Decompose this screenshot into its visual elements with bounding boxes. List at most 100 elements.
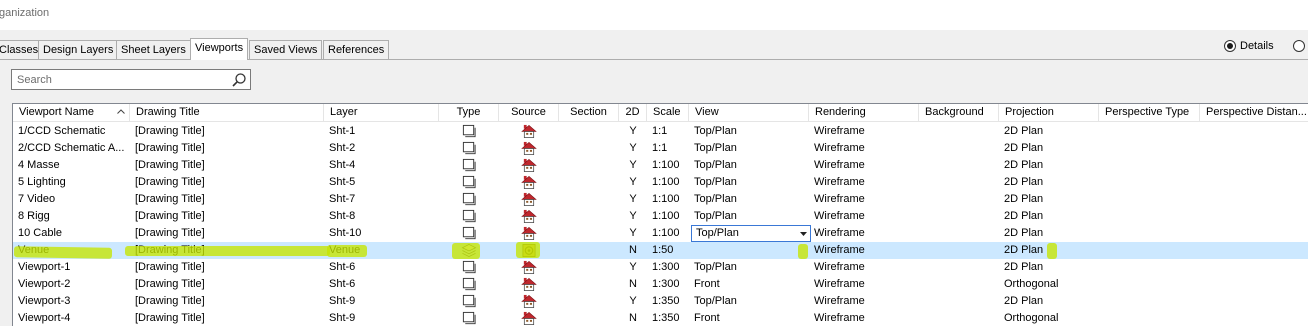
cell-ptype bbox=[1099, 310, 1200, 326]
table-row[interactable]: Viewport-3 [Drawing Title] Sht-9 Y 1:350 Top/… bbox=[13, 293, 1308, 310]
cell-layer: Sht-2 bbox=[329, 142, 356, 154]
cell-name[interactable]: 8 Rigg bbox=[13, 208, 130, 225]
cell-view: Front bbox=[694, 312, 720, 324]
cell-scale: 1:100 bbox=[652, 210, 680, 222]
cell-twod: Y bbox=[629, 193, 637, 205]
cell-rendering: Wireframe bbox=[814, 210, 865, 222]
table-row[interactable]: Viewport-4 [Drawing Title] Sht-9 N 1:350 Fron… bbox=[13, 310, 1308, 326]
column-header-view[interactable]: View bbox=[689, 104, 809, 122]
details-radio[interactable]: Details bbox=[1224, 38, 1274, 54]
column-header-viewport-name[interactable]: Viewport Name bbox=[13, 104, 130, 122]
cell-title: [Drawing Title] bbox=[135, 210, 205, 222]
table-row[interactable]: 2/CCD Schematic A... [Drawing Title] Sht-2… bbox=[13, 140, 1308, 157]
column-header-background[interactable]: Background bbox=[919, 104, 999, 122]
table-row[interactable]: 4 Masse [Drawing Title] Sht-4 Y 1:100 Top/Pla… bbox=[13, 157, 1308, 174]
cell-section bbox=[559, 276, 619, 293]
column-header-perspective-distance[interactable]: Perspective Distan... bbox=[1200, 104, 1308, 122]
window-title: ganization bbox=[0, 7, 50, 19]
cell-rendering: Wireframe bbox=[814, 125, 865, 137]
tab-viewports[interactable]: Viewports bbox=[190, 38, 249, 60]
house-icon bbox=[521, 158, 537, 172]
cell-background bbox=[919, 208, 999, 225]
cell-projection: 2D Plan bbox=[1004, 142, 1044, 154]
cell-rendering: Wireframe bbox=[814, 261, 865, 273]
table-row[interactable]: 8 Rigg [Drawing Title] Sht-8 Y 1:100 Top/Plan… bbox=[13, 208, 1308, 225]
chevron-down-icon[interactable] bbox=[800, 232, 807, 236]
cell-background bbox=[919, 293, 999, 310]
search-box[interactable] bbox=[11, 69, 251, 90]
cell-name[interactable]: 10 Cable bbox=[13, 225, 130, 242]
table-row[interactable]: 10 Cable [Drawing Title] Sht-10 Y 1:100 Top/P… bbox=[13, 225, 1308, 242]
sheet-viewport-icon bbox=[462, 311, 476, 325]
cell-pdist bbox=[1200, 123, 1308, 140]
cell-section bbox=[559, 293, 619, 310]
column-header-projection[interactable]: Projection bbox=[999, 104, 1099, 122]
cell-pdist bbox=[1200, 208, 1308, 225]
cell-pdist bbox=[1200, 225, 1308, 242]
tab-classes[interactable]: Classes bbox=[0, 40, 44, 60]
tab-saved-views[interactable]: Saved Views bbox=[249, 40, 323, 60]
cell-name[interactable]: 2/CCD Schematic A... bbox=[13, 140, 130, 157]
cell-twod: Y bbox=[629, 295, 637, 307]
column-header-scale[interactable]: Scale bbox=[647, 104, 689, 122]
cell-name[interactable]: Viewport-1 bbox=[13, 259, 130, 276]
highlight-mark bbox=[327, 245, 367, 257]
column-header-source[interactable]: Source bbox=[499, 104, 559, 122]
cell-title: [Drawing Title] bbox=[135, 312, 205, 324]
cell-name[interactable]: 4 Masse bbox=[13, 157, 130, 174]
sheet-viewport-icon bbox=[462, 124, 476, 138]
list-radio[interactable] bbox=[1293, 38, 1305, 54]
cell-title: [Drawing Title] bbox=[135, 125, 205, 137]
cell-twod: Y bbox=[629, 210, 637, 222]
cell-title: [Drawing Title] bbox=[135, 295, 205, 307]
column-header-perspective-type[interactable]: Perspective Type bbox=[1099, 104, 1200, 122]
cell-title: [Drawing Title] bbox=[135, 159, 205, 171]
table-row[interactable]: 5 Lighting [Drawing Title] Sht-5 Y 1:100 Top/… bbox=[13, 174, 1308, 191]
column-header-rendering[interactable]: Rendering bbox=[809, 104, 919, 122]
tab-strip: Classes Design Layers Sheet Layers Viewp… bbox=[0, 38, 1308, 60]
list-radio-indicator[interactable] bbox=[1293, 40, 1305, 52]
viewports-table: Viewport Name Drawing Title Layer Type S… bbox=[12, 103, 1308, 326]
view-dropdown[interactable]: Top/Plan bbox=[691, 225, 811, 242]
column-header-drawing-title[interactable]: Drawing Title bbox=[130, 104, 324, 122]
cell-rendering: Wireframe bbox=[814, 159, 865, 171]
cell-title: [Drawing Title] bbox=[135, 142, 205, 154]
tab-design-layers[interactable]: Design Layers bbox=[38, 40, 119, 60]
cell-name[interactable]: 7 Video bbox=[13, 191, 130, 208]
tab-sheet-layers[interactable]: Sheet Layers bbox=[116, 40, 191, 60]
house-icon bbox=[521, 124, 537, 138]
cell-name[interactable]: Viewport-3 bbox=[13, 293, 130, 310]
search-input[interactable] bbox=[15, 72, 225, 88]
sheet-viewport-icon bbox=[462, 175, 476, 189]
details-radio-indicator[interactable] bbox=[1224, 40, 1236, 52]
cell-name[interactable]: Viewport-4 bbox=[13, 310, 130, 326]
table-row[interactable]: Viewport-1 [Drawing Title] Sht-6 Y 1:300 Top/… bbox=[13, 259, 1308, 276]
cell-name[interactable]: 1/CCD Schematic bbox=[13, 123, 130, 140]
cell-view: Top/Plan bbox=[694, 125, 737, 137]
column-header-section[interactable]: Section bbox=[559, 104, 619, 122]
column-header-layer[interactable]: Layer bbox=[324, 104, 439, 122]
table-row[interactable]: 1/CCD Schematic [Drawing Title] Sht-1 Y 1:1 T… bbox=[13, 123, 1308, 140]
cell-projection: Orthogonal bbox=[1004, 312, 1059, 324]
house-icon bbox=[521, 277, 537, 291]
cell-pdist bbox=[1200, 157, 1308, 174]
cell-projection: Orthogonal bbox=[1004, 278, 1059, 290]
cell-ptype bbox=[1099, 276, 1200, 293]
cell-background bbox=[919, 157, 999, 174]
table-row[interactable]: 7 Video [Drawing Title] Sht-7 Y 1:100 Top/Pla… bbox=[13, 191, 1308, 208]
cell-name[interactable]: 5 Lighting bbox=[13, 174, 130, 191]
cell-ptype bbox=[1099, 208, 1200, 225]
cell-name[interactable]: Viewport-2 bbox=[13, 276, 130, 293]
column-header-2d[interactable]: 2D bbox=[619, 104, 647, 122]
window-titlebar: ganization bbox=[0, 0, 1308, 30]
sheet-viewport-icon bbox=[462, 141, 476, 155]
cell-twod: N bbox=[629, 278, 637, 290]
table-row[interactable]: Viewport-2 [Drawing Title] Sht-6 N 1:300 Fron… bbox=[13, 276, 1308, 293]
column-header-type[interactable]: Type bbox=[439, 104, 499, 122]
search-icon[interactable] bbox=[231, 72, 247, 88]
highlight-mark bbox=[452, 243, 480, 259]
cell-ptype bbox=[1099, 123, 1200, 140]
highlight-mark bbox=[516, 242, 540, 258]
cell-layer: Sht-8 bbox=[329, 210, 356, 222]
tab-references[interactable]: References bbox=[323, 40, 390, 60]
